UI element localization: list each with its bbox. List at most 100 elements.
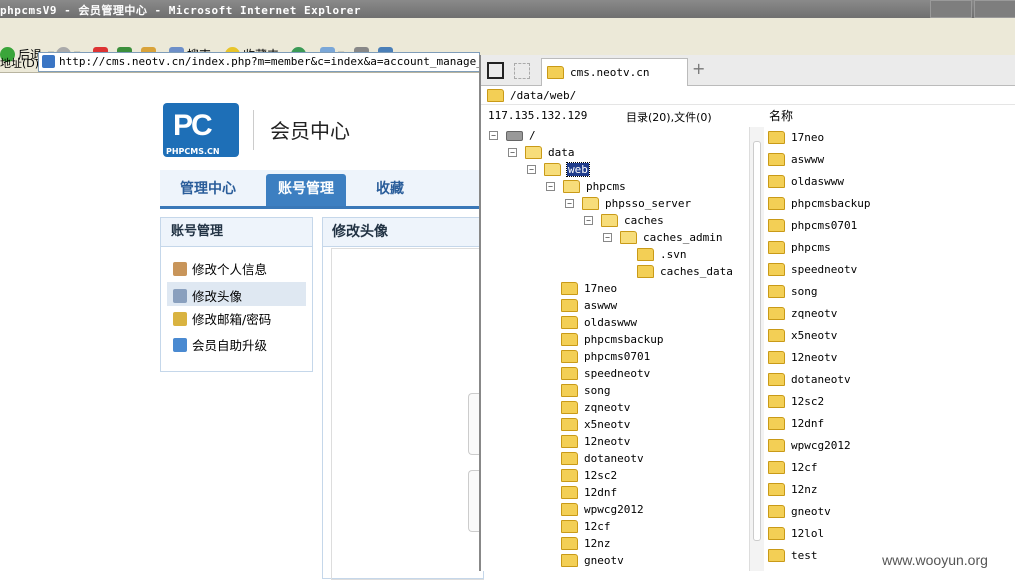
address-url: http://cms.neotv.cn/index.php?m=member&c… [59,55,480,68]
tree-node[interactable]: zqneotv [561,399,630,416]
tree-node-label: phpcmsbackup [584,333,664,346]
address-input[interactable]: http://cms.neotv.cn/index.php?m=member&c… [38,52,480,72]
tree-node-caches[interactable]: − caches [584,212,664,229]
folder-icon [637,265,654,278]
file-manager-window: cms.neotv.cn + /data/web/ 117.135.132.12… [479,55,1015,571]
folder-icon [561,554,578,567]
logo-text: PC [173,109,213,142]
list-item[interactable]: oldaswww [768,173,844,190]
list-item[interactable]: 12sc2 [768,393,824,410]
collapse-icon[interactable]: − [603,233,612,242]
folder-icon [561,299,578,312]
tree-node[interactable]: wpwcg2012 [561,501,644,518]
folder-icon [768,307,785,320]
nav-manage-center[interactable]: 管理中心 [180,178,236,198]
folder-icon [561,282,578,295]
tree-node[interactable]: 17neo [561,280,617,297]
name-column-header[interactable]: 名称 [769,107,793,124]
folder-icon [561,486,578,499]
nav-favorites[interactable]: 收藏 [376,178,404,198]
list-item[interactable]: aswww [768,151,824,168]
list-item-label: phpcmsbackup [791,197,871,210]
list-item[interactable]: 12cf [768,459,818,476]
avatar-upload-area[interactable] [331,248,484,580]
list-item[interactable]: 12neotv [768,349,837,366]
tree-node[interactable]: x5neotv [561,416,630,433]
main-nav: 管理中心 账号管理 收藏 [160,170,480,209]
collapse-icon[interactable]: − [489,131,498,140]
minimize-button[interactable] [930,0,972,18]
folder-icon [487,88,504,102]
tree-node[interactable]: oldaswww [561,314,637,331]
list-item[interactable]: test [768,547,818,564]
folder-icon [768,439,785,452]
tree-node-phpcms[interactable]: − phpcms [546,178,626,195]
tree-node[interactable]: gneotv [561,552,624,569]
tree-node-svn[interactable]: .svn [637,246,687,263]
path-bar[interactable]: /data/web/ [481,86,1015,105]
tree-node[interactable]: 12nz [561,535,611,552]
list-item[interactable]: dotaneotv [768,371,851,388]
folder-icon [547,66,564,79]
folder-icon [561,316,578,329]
list-item[interactable]: wpwcg2012 [768,437,851,454]
tree-node[interactable]: aswww [561,297,617,314]
collapse-icon[interactable]: − [565,199,574,208]
list-item[interactable]: 12dnf [768,415,824,432]
scrollbar-thumb[interactable] [753,141,761,541]
list-item[interactable]: phpcmsbackup [768,195,870,212]
list-item[interactable]: song [768,283,818,300]
tree-scrollbar[interactable] [749,127,764,571]
tree-node[interactable]: 12dnf [561,484,617,501]
tree-node[interactable]: phpcms0701 [561,348,650,365]
list-item[interactable]: 12lol [768,525,824,542]
list-item[interactable]: 12nz [768,481,818,498]
tree-node[interactable]: 12sc2 [561,467,617,484]
tree-node[interactable]: 12neotv [561,433,630,450]
nav-account[interactable]: 账号管理 [266,174,346,206]
list-item[interactable]: zqneotv [768,305,837,322]
folder-icon [561,469,578,482]
side-item-profile[interactable]: 修改个人信息 [173,259,267,278]
side-item-upgrade[interactable]: 会员自助升级 [173,335,267,354]
list-item[interactable]: gneotv [768,503,831,520]
side-item-avatar[interactable]: 修改头像 [173,286,242,305]
add-tab-button[interactable]: + [692,59,705,78]
list-item[interactable]: x5neotv [768,327,837,344]
list-item[interactable]: speedneotv [768,261,857,278]
list-item[interactable]: 17neo [768,129,824,146]
blank-tab-icon[interactable] [514,63,530,79]
page-icon [42,55,55,68]
dir-summary: 目录(20),文件(0) [626,111,712,124]
list-item-label: dotaneotv [791,373,851,386]
tree-node-caches-admin[interactable]: − caches_admin [603,229,722,246]
phpcms-logo[interactable]: PC PHPCMS.CN [163,103,239,157]
window-titlebar: phpcmsV9 - 会员管理中心 - Microsoft Internet E… [0,0,1015,18]
tree-node-caches-data[interactable]: caches_data [637,263,733,280]
tree-node-root[interactable]: − / [489,127,536,144]
tree-node-web[interactable]: − web [527,161,590,178]
collapse-icon[interactable]: − [508,148,517,157]
list-item[interactable]: phpcms [768,239,831,256]
side-item-email-password[interactable]: 修改邮箱/密码 [173,309,271,328]
tree-node-phpsso-server[interactable]: − phpsso_server [565,195,691,212]
tree-node[interactable]: song [561,382,611,399]
collapse-icon[interactable]: − [546,182,555,191]
tree-node[interactable]: phpcmsbackup [561,331,663,348]
list-item-label: phpcms0701 [791,219,858,232]
collapse-icon[interactable]: − [584,216,593,225]
avatar-panel: 修改头像 [322,217,484,580]
logo-divider [253,110,254,150]
panel-toggle-icon[interactable] [487,62,504,79]
tree-node[interactable]: speedneotv [561,365,650,382]
key-icon [173,311,187,326]
tree-node[interactable]: dotaneotv [561,450,644,467]
maximize-button[interactable] [974,0,1015,18]
logo-subtext: PHPCMS.CN [166,147,220,156]
tree-node-data[interactable]: − data [508,144,575,161]
tab-site[interactable]: cms.neotv.cn [541,58,688,86]
collapse-icon[interactable]: − [527,165,536,174]
file-manager-tabbar: cms.neotv.cn + [481,55,1015,86]
tree-node[interactable]: 12cf [561,518,611,535]
list-item[interactable]: phpcms0701 [768,217,857,234]
